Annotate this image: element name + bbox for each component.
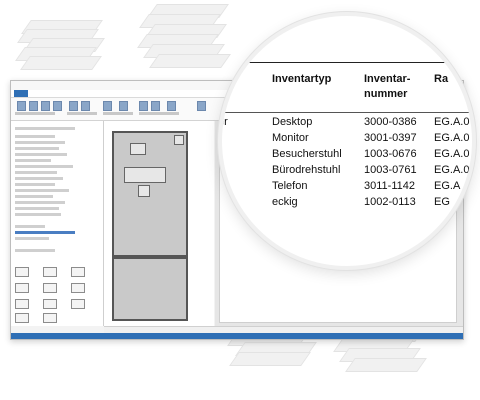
cell-type: Telefon: [272, 180, 308, 192]
cell-type: Monitor: [272, 132, 309, 144]
pane-row[interactable]: [15, 189, 69, 192]
cell-type: Desktop: [272, 116, 313, 128]
left-text-fragment: er: [218, 116, 228, 128]
cell-type: Bürodrehstuhl: [272, 164, 341, 176]
chair-shape[interactable]: [138, 185, 150, 197]
header-number-line1: Inventar-: [364, 73, 411, 85]
pane-row[interactable]: [15, 201, 65, 204]
pane-row[interactable]: [15, 237, 49, 240]
ribbon-button[interactable]: [119, 101, 128, 111]
cell-room: EG.A.0: [434, 116, 470, 128]
stencil-shape[interactable]: [15, 313, 29, 323]
header-type-label: Inventartyp: [272, 73, 332, 85]
pane-row[interactable]: [15, 153, 67, 156]
header-number: Inventar- nummer: [364, 72, 410, 102]
page-tabs-bar[interactable]: [104, 326, 463, 333]
cell-number: 3001-0397: [364, 132, 417, 144]
cell-number: 1003-0676: [364, 148, 417, 160]
cell-room: EG.A.0: [434, 132, 470, 144]
pane-row[interactable]: [15, 195, 53, 198]
cell-type: Besucherstuhl: [272, 148, 342, 160]
pane-row[interactable]: [15, 171, 57, 174]
ribbon-button[interactable]: [167, 101, 176, 111]
tab-file[interactable]: [14, 90, 28, 97]
ribbon-button[interactable]: [53, 101, 62, 111]
ribbon-button[interactable]: [17, 101, 26, 111]
ribbon-button[interactable]: [69, 101, 78, 111]
ribbon-button[interactable]: [197, 101, 206, 111]
pane-row[interactable]: [15, 207, 59, 210]
stencil-shape[interactable]: [71, 283, 85, 293]
stencil-shape[interactable]: [43, 299, 57, 309]
ribbon-label: [103, 112, 133, 115]
stencil-shape[interactable]: [15, 267, 29, 277]
stencil-shape[interactable]: [43, 283, 57, 293]
shapes-pane: [11, 121, 104, 326]
table-header-rule: [222, 112, 472, 113]
pane-row[interactable]: [15, 225, 45, 228]
stencil-shape[interactable]: [15, 299, 29, 309]
cell-room: EG: [434, 196, 450, 208]
stencil-shape[interactable]: [43, 267, 57, 277]
floorplan-canvas[interactable]: [104, 121, 214, 326]
cabinet-shape[interactable]: [174, 135, 184, 145]
header-room-label: Ra: [434, 73, 449, 85]
floorplan-room[interactable]: [112, 257, 188, 321]
cell-number: 1003-0761: [364, 164, 417, 176]
ribbon-button[interactable]: [81, 101, 90, 111]
ribbon-button[interactable]: [151, 101, 160, 111]
pane-row[interactable]: [15, 147, 59, 150]
cell-room: EG.A: [434, 180, 461, 192]
ribbon-button[interactable]: [41, 101, 50, 111]
pane-row[interactable]: [15, 127, 75, 130]
pane-row[interactable]: [15, 135, 55, 138]
pane-row[interactable]: [15, 177, 63, 180]
cell-room: EG.A.0: [434, 164, 470, 176]
pane-row-selected[interactable]: [15, 231, 75, 234]
pane-row[interactable]: [15, 159, 51, 162]
desk-shape[interactable]: [124, 167, 166, 183]
cell-number: 1002-0113: [364, 196, 416, 208]
status-bar: [11, 333, 463, 339]
cell-number: 3011-1142: [364, 180, 415, 192]
stencil-shape[interactable]: [71, 267, 85, 277]
ribbon-label: [15, 112, 55, 115]
pane-row[interactable]: [15, 165, 73, 168]
stencil-shape[interactable]: [15, 283, 29, 293]
magnifier-lens: Inventartyp Inventar- nummer Ra er Deskt…: [218, 12, 476, 270]
header-number-line2: nummer: [364, 88, 408, 100]
cell-type: eckig: [272, 196, 298, 208]
cabinet-shape[interactable]: [130, 143, 146, 155]
ribbon-label: [139, 112, 179, 115]
pane-row[interactable]: [15, 213, 61, 216]
ribbon-label: [67, 112, 97, 115]
table-top-rule: [222, 62, 472, 63]
floorplan-room[interactable]: [112, 131, 188, 257]
pane-row[interactable]: [15, 141, 65, 144]
pane-row[interactable]: [15, 183, 55, 186]
ribbon-button[interactable]: [103, 101, 112, 111]
ribbon-button[interactable]: [139, 101, 148, 111]
ribbon-button[interactable]: [29, 101, 38, 111]
cell-number: 3000-0386: [364, 116, 417, 128]
header-room: Ra: [434, 72, 448, 87]
stencil-shape[interactable]: [71, 299, 85, 309]
header-type: Inventartyp: [272, 72, 331, 87]
cell-room: EG.A.0: [434, 148, 470, 160]
pane-row[interactable]: [15, 249, 55, 252]
stencil-shape[interactable]: [43, 313, 57, 323]
